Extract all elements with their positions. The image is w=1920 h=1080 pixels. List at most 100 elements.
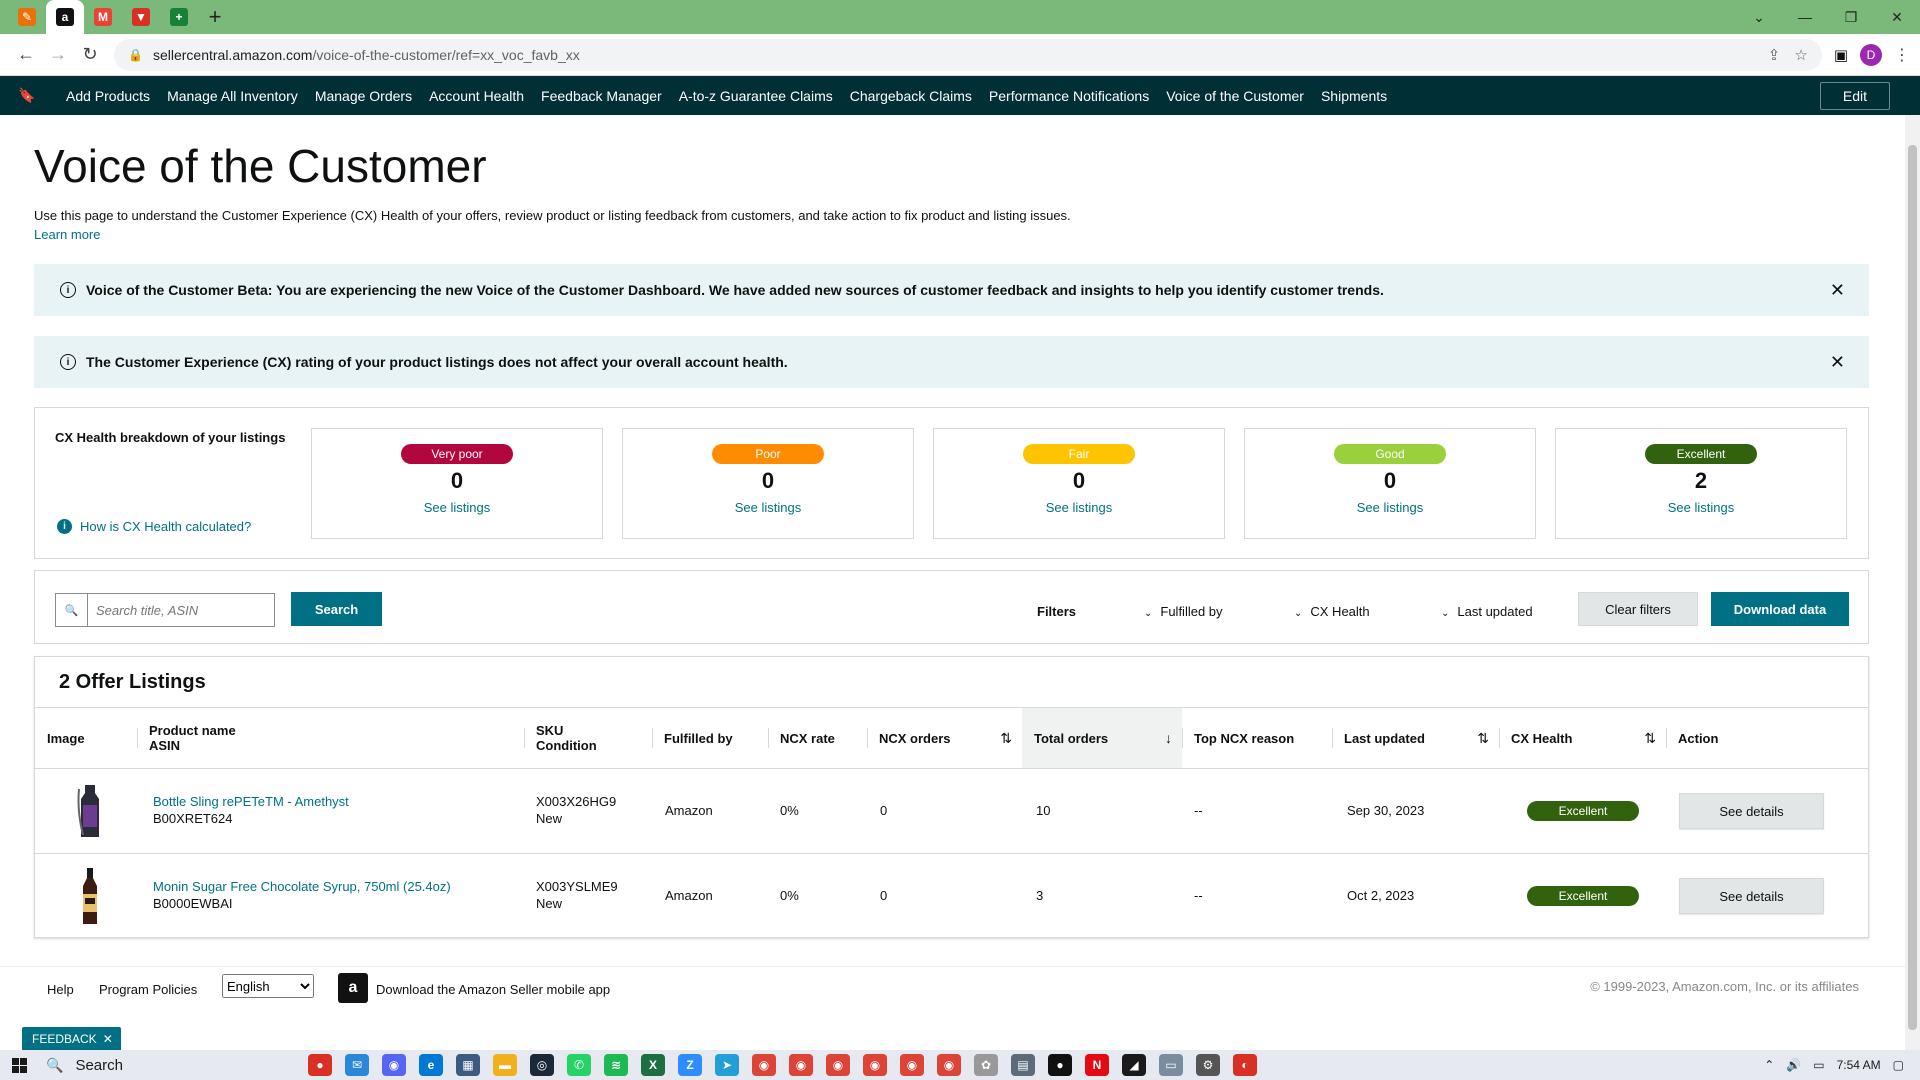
chrome-icon[interactable]: ◉ xyxy=(863,1054,887,1076)
fulfilled-by-dropdown[interactable]: ⌄ Fulfilled by xyxy=(1144,604,1223,619)
product-image[interactable] xyxy=(75,866,105,926)
see-listings-link[interactable]: See listings xyxy=(1556,500,1846,515)
sort-down-arrow-icon[interactable]: ↓ xyxy=(1165,730,1172,746)
chrome-icon[interactable]: ◉ xyxy=(937,1054,961,1076)
nav-feedback-manager[interactable]: Feedback Manager xyxy=(541,88,662,104)
telegram-icon[interactable]: ➤ xyxy=(715,1054,739,1076)
clock[interactable]: 7:54 AM xyxy=(1837,1058,1881,1072)
clear-filters-button[interactable]: Clear filters xyxy=(1578,592,1698,626)
taskbar-search[interactable]: 🔍 Search xyxy=(38,1050,288,1080)
steam-icon[interactable]: ◎ xyxy=(530,1054,554,1076)
reload-icon[interactable]: ↻ xyxy=(74,39,106,71)
product-image[interactable] xyxy=(75,781,105,841)
program-policies-link[interactable]: Program Policies xyxy=(99,982,197,997)
discord-icon[interactable]: ◉ xyxy=(382,1054,406,1076)
see-listings-link[interactable]: See listings xyxy=(934,500,1224,515)
bookmark-star-icon[interactable]: ☆ xyxy=(1794,46,1807,64)
obs-icon[interactable]: ● xyxy=(1048,1054,1072,1076)
col-ncx-orders[interactable]: NCX orders ⇅ xyxy=(867,708,1022,768)
app-icon[interactable]: ◢ xyxy=(1122,1054,1146,1076)
edge-icon[interactable]: e xyxy=(419,1054,443,1076)
nav-voice-of-the-customer[interactable]: Voice of the Customer xyxy=(1166,88,1304,104)
last-updated-dropdown[interactable]: ⌄ Last updated xyxy=(1441,604,1533,619)
tab-search-icon[interactable]: ⌄ xyxy=(1736,0,1782,34)
sort-icon[interactable]: ⇅ xyxy=(1644,730,1656,747)
app-icon[interactable]: ● xyxy=(308,1054,332,1076)
chrome-icon[interactable]: ◉ xyxy=(752,1054,776,1076)
browser-tab-sheets[interactable]: + xyxy=(160,0,198,34)
close-icon[interactable]: ✕ xyxy=(1830,280,1845,301)
cx-health-dropdown[interactable]: ⌄ CX Health xyxy=(1294,604,1370,619)
mail-icon[interactable]: ✉ xyxy=(345,1054,369,1076)
nav-shipments[interactable]: Shipments xyxy=(1321,88,1387,104)
feedback-tab[interactable]: FEEDBACK ✕ xyxy=(22,1027,121,1050)
bookmark-icon[interactable]: 🔖 xyxy=(18,87,66,104)
search-button[interactable]: Search xyxy=(291,592,382,626)
chrome-icon[interactable]: ◉ xyxy=(789,1054,813,1076)
see-listings-link[interactable]: See listings xyxy=(312,500,602,515)
minimize-icon[interactable]: — xyxy=(1782,0,1828,34)
nav-manage-all-inventory[interactable]: Manage All Inventory xyxy=(167,88,298,104)
browser-tab-1[interactable]: ✎ xyxy=(8,0,46,34)
see-details-button[interactable]: See details xyxy=(1679,793,1824,829)
url-bar[interactable]: 🔒 sellercentral.amazon.com/voice-of-the-… xyxy=(114,38,1822,71)
app-icon[interactable]: ◐ xyxy=(1233,1054,1257,1076)
new-tab-button[interactable]: + xyxy=(198,0,232,34)
download-data-button[interactable]: Download data xyxy=(1711,592,1849,626)
chrome-icon[interactable]: ◉ xyxy=(900,1054,924,1076)
battery-icon[interactable]: ▭ xyxy=(1813,1058,1824,1072)
restore-icon[interactable]: ❐ xyxy=(1828,0,1874,34)
excel-icon[interactable]: X xyxy=(641,1054,665,1076)
more-menu-icon[interactable]: ⋮ xyxy=(1894,45,1910,65)
edit-nav-button[interactable]: Edit xyxy=(1819,82,1890,110)
zoom-icon[interactable]: Z xyxy=(678,1054,702,1076)
amazon-seller-app-icon[interactable]: a xyxy=(338,973,368,1003)
volume-icon[interactable]: 🔊 xyxy=(1786,1058,1801,1072)
close-icon[interactable]: ✕ xyxy=(1830,352,1845,373)
notepad-icon[interactable]: ▭ xyxy=(1159,1054,1183,1076)
side-panel-icon[interactable]: ▣ xyxy=(1834,46,1848,64)
back-arrow-icon[interactable]: ← xyxy=(10,39,42,71)
chrome-icon[interactable]: ◉ xyxy=(826,1054,850,1076)
sort-icon[interactable]: ⇅ xyxy=(1477,730,1489,747)
see-listings-link[interactable]: See listings xyxy=(623,500,913,515)
browser-tab-amazon[interactable]: a xyxy=(46,0,84,34)
download-app-link[interactable]: Download the Amazon Seller mobile app xyxy=(376,982,610,997)
see-details-button[interactable]: See details xyxy=(1679,878,1824,914)
learn-more-link[interactable]: Learn more xyxy=(34,227,100,242)
col-last-updated[interactable]: Last updated ⇅ xyxy=(1332,708,1499,768)
browser-tab-gmail[interactable]: M xyxy=(84,0,122,34)
nav-performance-notifications[interactable]: Performance Notifications xyxy=(989,88,1149,104)
app-icon[interactable]: ✿ xyxy=(974,1054,998,1076)
browser-tab-4[interactable]: ▼ xyxy=(122,0,160,34)
store-icon[interactable]: ▦ xyxy=(456,1054,480,1076)
windows-start-icon[interactable] xyxy=(0,1057,38,1073)
language-select[interactable]: English xyxy=(222,974,314,998)
nav-manage-orders[interactable]: Manage Orders xyxy=(315,88,412,104)
col-total-orders[interactable]: Total orders ↓ xyxy=(1022,708,1182,768)
close-window-icon[interactable]: ✕ xyxy=(1874,0,1920,34)
spotify-icon[interactable]: ≋ xyxy=(604,1054,628,1076)
close-icon[interactable]: ✕ xyxy=(103,1032,113,1046)
share-icon[interactable]: ⇪ xyxy=(1768,46,1781,64)
profile-avatar[interactable]: D xyxy=(1860,43,1882,66)
nav-chargeback-claims[interactable]: Chargeback Claims xyxy=(850,88,972,104)
col-cx-health[interactable]: CX Health ⇅ xyxy=(1499,708,1666,768)
page-scrollbar[interactable] xyxy=(1905,115,1920,1050)
cx-health-how-link[interactable]: i How is CX Health calculated? xyxy=(57,519,251,534)
nav-account-health[interactable]: Account Health xyxy=(429,88,524,104)
search-input[interactable] xyxy=(88,594,274,626)
whatsapp-icon[interactable]: ✆ xyxy=(567,1054,591,1076)
scrollbar-thumb[interactable] xyxy=(1908,145,1917,1030)
netflix-icon[interactable]: N xyxy=(1085,1054,1109,1076)
nav-a-to-z-claims[interactable]: A-to-z Guarantee Claims xyxy=(679,88,833,104)
forward-arrow-icon[interactable]: → xyxy=(42,39,74,71)
calculator-icon[interactable]: ▤ xyxy=(1011,1054,1035,1076)
see-listings-link[interactable]: See listings xyxy=(1245,500,1535,515)
sort-icon[interactable]: ⇅ xyxy=(1000,730,1012,747)
settings-gear-icon[interactable]: ⚙ xyxy=(1196,1054,1220,1076)
notification-icon[interactable]: ▢ xyxy=(1893,1058,1904,1072)
file-explorer-icon[interactable]: ▬ xyxy=(493,1054,517,1076)
nav-add-products[interactable]: Add Products xyxy=(66,88,150,104)
help-link[interactable]: Help xyxy=(47,982,74,997)
